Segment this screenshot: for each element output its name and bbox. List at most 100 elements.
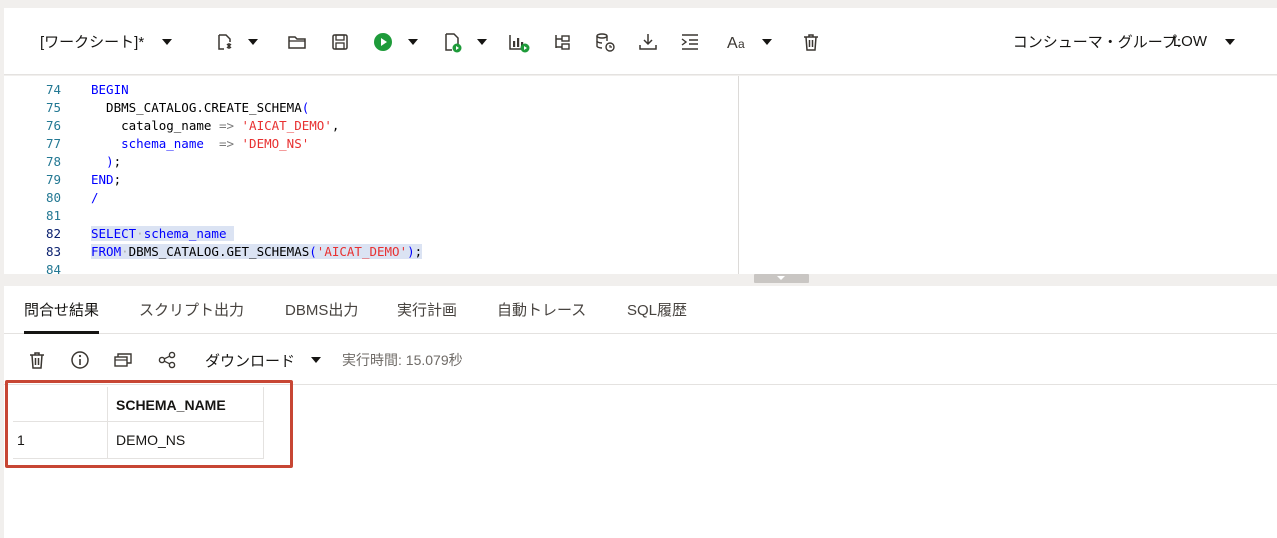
code-token: 'AICAT_DEMO'	[316, 244, 408, 259]
clear-icon	[804, 33, 818, 51]
window-top-strip	[0, 0, 1277, 8]
tab-sql-history[interactable]: SQL履歴	[627, 286, 687, 334]
tab-dbms-output[interactable]: DBMS出力	[285, 286, 358, 334]
line-number: 82	[45, 226, 61, 241]
autotrace-button[interactable]	[551, 8, 573, 75]
code-token: 'DEMO_NS'	[241, 136, 310, 151]
code-token	[226, 226, 235, 241]
code-line[interactable]: END;	[91, 171, 422, 189]
code-token: ·	[136, 226, 144, 241]
view-icon	[114, 353, 132, 367]
download-label: ダウンロード	[205, 352, 296, 370]
code-token: )	[106, 154, 114, 169]
clear-button[interactable]	[800, 8, 822, 75]
code-token: /	[91, 190, 99, 205]
line-number: 75	[45, 100, 61, 115]
share-button[interactable]	[156, 335, 178, 385]
code-line[interactable]: /	[91, 189, 422, 207]
code-line[interactable]: );	[91, 153, 422, 171]
code-token: BEGIN	[91, 82, 129, 97]
code-token: catalog_name	[91, 118, 219, 133]
tab-script-output[interactable]: スクリプト出力	[139, 286, 244, 334]
code-token: schema_name	[91, 136, 219, 151]
consumer-group-value: LOW	[1172, 33, 1207, 50]
folder-open-icon	[288, 35, 306, 49]
pane-splitter[interactable]	[4, 274, 1277, 286]
download-button[interactable]	[637, 8, 659, 75]
chevron-down-icon[interactable]	[477, 38, 487, 45]
info-button[interactable]	[69, 335, 91, 385]
line-number: 77	[45, 136, 61, 151]
open-button[interactable]	[286, 8, 308, 75]
code-line[interactable]	[91, 207, 422, 225]
new-worksheet-button[interactable]	[214, 8, 258, 75]
consumer-group-select[interactable]: LOW	[1173, 8, 1235, 75]
code-token: END	[91, 172, 114, 187]
view-button[interactable]	[112, 335, 134, 385]
code-line[interactable]: SELECT·schema_name	[91, 225, 422, 243]
line-number: 78	[45, 154, 61, 169]
splitter-handle[interactable]	[754, 274, 809, 283]
tab-autotrace[interactable]: 自動トレース	[497, 286, 586, 334]
format-icon	[681, 33, 698, 50]
consumer-group-label: コンシューマ・グループ:	[1012, 34, 1181, 51]
tab-query-result[interactable]: 問合せ結果	[24, 286, 100, 334]
font-size-icon: Aa	[727, 35, 745, 52]
font-size-button[interactable]: Aa	[726, 8, 772, 75]
format-button[interactable]	[679, 8, 701, 75]
code-area[interactable]: BEGIN DBMS_CATALOG.CREATE_SCHEMA( catalo…	[91, 81, 423, 274]
code-line[interactable]: schema_name => 'DEMO_NS'	[91, 135, 422, 153]
new-worksheet-icon	[218, 33, 232, 50]
download-dropdown[interactable]: ダウンロード	[205, 335, 322, 385]
chevron-down-icon[interactable]	[162, 38, 173, 45]
code-token: ,	[331, 118, 340, 133]
worksheet-toolbar: [ワークシート]* Aa コンシューマ・グループ: LOW	[4, 8, 1277, 75]
sql-history-button[interactable]	[593, 8, 617, 75]
delete-results-button[interactable]	[26, 335, 48, 385]
code-token: (	[301, 100, 310, 115]
code-line[interactable]	[91, 261, 422, 274]
code-line[interactable]: BEGIN	[91, 81, 422, 99]
svg-text:A: A	[727, 35, 738, 52]
chevron-down-icon[interactable]	[311, 357, 322, 363]
code-line[interactable]: catalog_name => 'AICAT_DEMO',	[91, 117, 422, 135]
code-line[interactable]: DBMS_CATALOG.CREATE_SCHEMA(	[91, 99, 422, 117]
annotation-highlight-box	[5, 380, 293, 468]
code-token: DBMS_CATALOG.CREATE_SCHEMA	[91, 100, 302, 115]
code-token: ;	[113, 154, 122, 169]
run-statement-icon	[374, 32, 392, 51]
line-number: 83	[45, 244, 61, 259]
delete-results-icon	[30, 352, 44, 369]
code-token: =>	[218, 136, 234, 151]
worksheet-title[interactable]: [ワークシート]*	[40, 8, 173, 75]
editor-side-pane	[738, 76, 1277, 274]
save-icon	[332, 33, 348, 50]
chevron-down-icon[interactable]	[762, 38, 772, 45]
run-script-button[interactable]	[441, 8, 487, 75]
code-token: (	[309, 244, 317, 259]
explain-plan-icon	[509, 34, 530, 52]
chevron-down-icon[interactable]	[408, 38, 418, 45]
line-number: 79	[45, 172, 61, 187]
line-number: 80	[45, 190, 61, 205]
run-statement-button[interactable]	[372, 8, 418, 75]
code-line[interactable]: FROM·DBMS_CATALOG.GET_SCHEMAS('AICAT_DEM…	[91, 243, 423, 261]
line-number: 76	[45, 118, 61, 133]
info-icon	[71, 351, 89, 369]
code-token: )	[407, 244, 415, 259]
save-button[interactable]	[329, 8, 351, 75]
code-token: =>	[218, 118, 234, 133]
chevron-down-icon[interactable]	[1225, 38, 1235, 45]
output-tabs: 問合せ結果 スクリプト出力 DBMS出力 実行計画 自動トレース SQL履歴	[4, 286, 1277, 334]
code-token: SELECT	[91, 226, 137, 241]
download-icon	[639, 33, 657, 50]
sql-editor[interactable]: 74 75 76 77 78 79 80 81 82 83 84 BEGIN DBMS_CATALO…	[4, 76, 738, 274]
explain-plan-button[interactable]	[507, 8, 531, 75]
line-number-gutter: 74 75 76 77 78 79 80 81 82 83 84	[4, 81, 64, 274]
tab-explain-plan[interactable]: 実行計画	[397, 286, 457, 334]
line-number: 74	[45, 82, 61, 97]
chevron-down-icon[interactable]	[248, 38, 258, 45]
